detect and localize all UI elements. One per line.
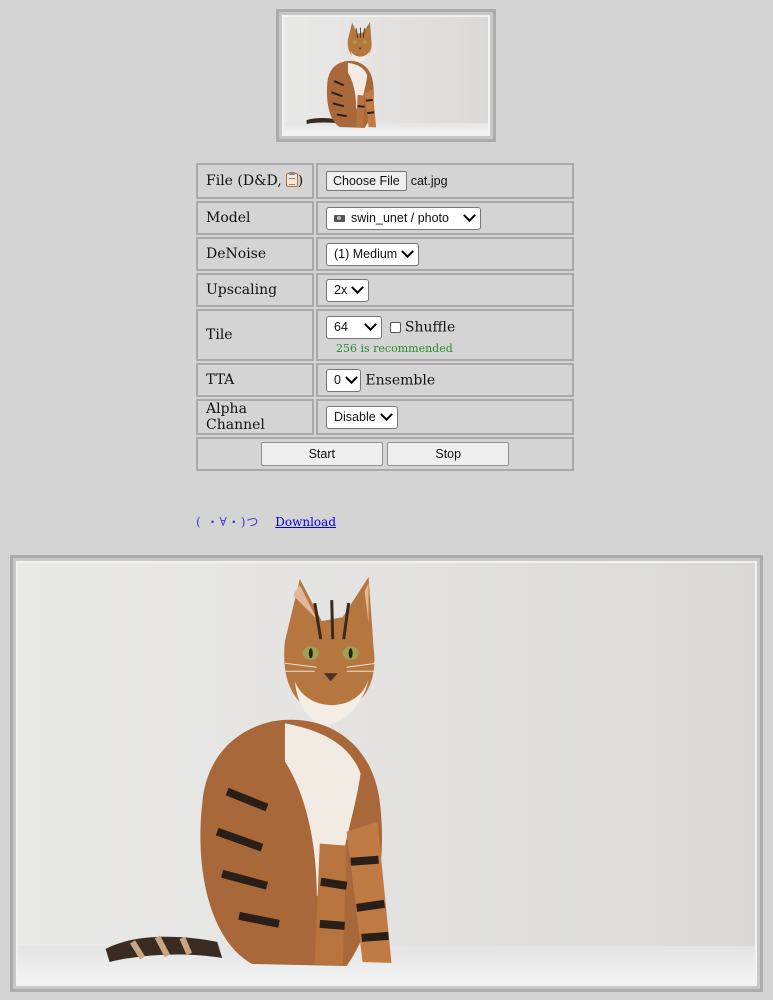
camera-icon: [334, 214, 345, 222]
denoise-row: DeNoise (1) Medium: [196, 237, 574, 271]
output-image-preview: [10, 555, 763, 992]
upscaling-row: Upscaling 2x: [196, 273, 574, 307]
file-label-text: File (D&D,: [206, 173, 282, 189]
upscaling-select[interactable]: 2x: [326, 278, 370, 302]
clipboard-icon[interactable]: [285, 172, 298, 187]
settings-table: File (D&D,) Choose File cat.jpg Model swi…: [194, 161, 576, 473]
cat-image: [306, 22, 377, 128]
upscaling-label: Upscaling: [196, 273, 314, 307]
chevron-down-icon: [351, 280, 365, 294]
chevron-down-icon: [401, 244, 415, 258]
input-image-thumbnail: [276, 9, 496, 142]
chevron-down-icon: [364, 317, 377, 331]
selected-filename: cat.jpg: [410, 174, 448, 188]
download-link[interactable]: Download: [275, 515, 336, 529]
tile-select[interactable]: 64: [326, 315, 382, 339]
model-label: Model: [196, 201, 314, 235]
file-label-suffix: ): [297, 173, 304, 189]
kaomoji-text: ( ・∀・)つ: [196, 515, 260, 529]
alpha-select[interactable]: Disable: [326, 405, 398, 429]
model-row: Model swin_unet / photo: [196, 201, 574, 235]
ensemble-label: Ensemble: [365, 372, 436, 388]
upscaling-select-value: 2x: [334, 283, 348, 297]
denoise-select[interactable]: (1) Medium: [326, 242, 420, 266]
tta-select-value: 0: [334, 373, 341, 387]
choose-file-button[interactable]: Choose File: [326, 171, 407, 191]
chevron-down-icon: [379, 407, 393, 421]
model-select[interactable]: swin_unet / photo: [326, 206, 481, 230]
start-button[interactable]: Start: [260, 442, 383, 466]
denoise-select-value: (1) Medium: [334, 247, 398, 261]
tta-select[interactable]: 0: [326, 368, 361, 392]
tile-row: Tile 64 Shuffle 256 is recommended: [196, 309, 574, 361]
buttons-row: Start Stop: [196, 437, 574, 471]
alpha-select-value: Disable: [334, 410, 376, 424]
file-control-cell: Choose File cat.jpg: [316, 163, 574, 199]
file-row: File (D&D,) Choose File cat.jpg: [196, 163, 574, 199]
shuffle-label: Shuffle: [404, 319, 456, 335]
tile-label: Tile: [196, 309, 314, 361]
tile-hint: 256 is recommended: [336, 341, 453, 355]
tta-label: TTA: [196, 363, 314, 397]
cat-image: [105, 577, 392, 966]
stop-button[interactable]: Stop: [387, 442, 510, 466]
chevron-down-icon: [345, 370, 358, 384]
tta-row: TTA 0 Ensemble: [196, 363, 574, 397]
model-select-value: swin_unet / photo: [351, 211, 449, 225]
alpha-label: Alpha Channel: [196, 399, 314, 435]
tile-select-value: 64: [334, 320, 348, 334]
shuffle-checkbox[interactable]: [389, 321, 401, 333]
alpha-row: Alpha Channel Disable: [196, 399, 574, 435]
denoise-label: DeNoise: [196, 237, 314, 271]
buttons-cell: Start Stop: [196, 437, 574, 471]
file-label: File (D&D,): [196, 163, 314, 199]
chevron-down-icon: [463, 208, 476, 222]
download-row: ( ・∀・)つ Download: [196, 513, 336, 530]
